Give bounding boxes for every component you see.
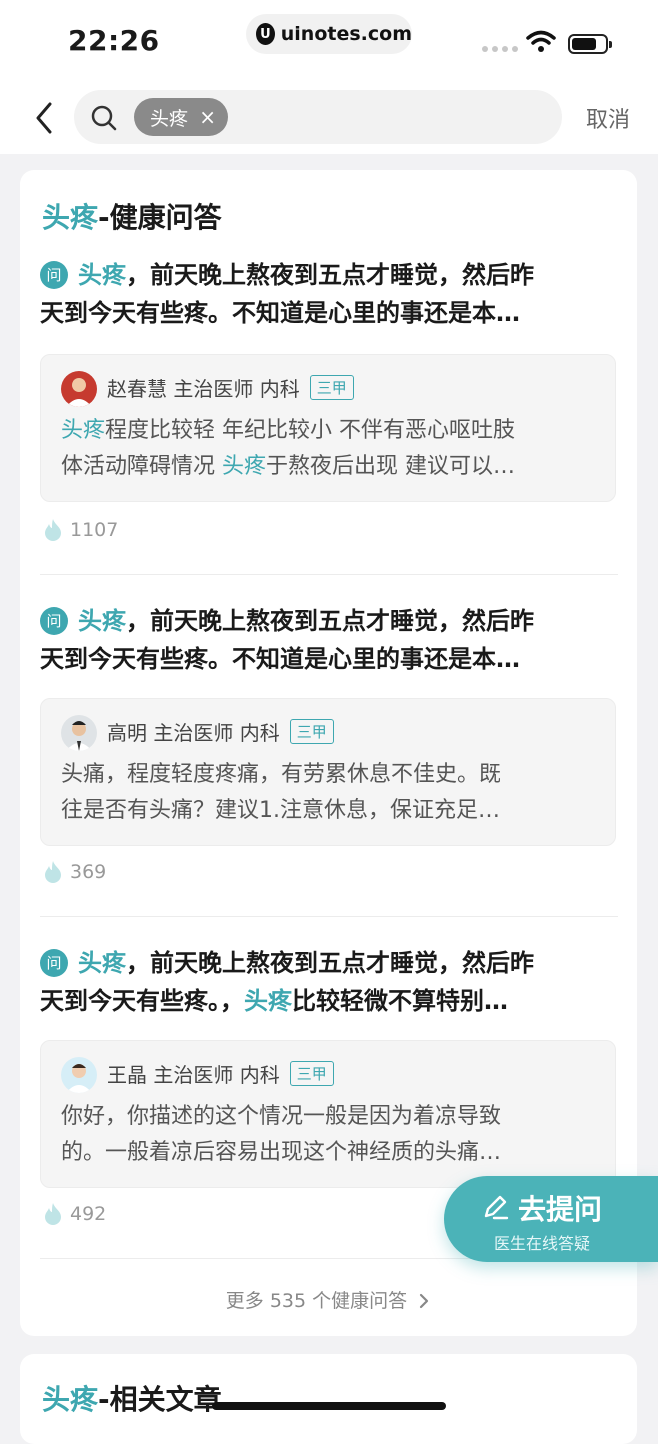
search-chip[interactable]: 头疼 × (134, 98, 228, 136)
battery-icon (568, 34, 612, 54)
url-pill[interactable]: U uinotes.com (246, 14, 412, 54)
answer-text: 你好，你描述的这个情况一般是因为着凉导致 的。一般着凉后容易出现这个神经质的头痛… (61, 1104, 502, 1165)
signal-icon (482, 46, 518, 52)
divider (40, 916, 618, 917)
edit-icon (484, 1195, 509, 1220)
qa-item[interactable]: 问头疼，前天晚上熬夜到五点才睡觉，然后昨 天到今天有些疼。不知道是心里的事还是本… (40, 602, 618, 883)
question-badge: 问 (40, 261, 68, 289)
fab-subtitle: 医生在线答疑 (494, 1234, 591, 1253)
divider (40, 574, 618, 575)
avatar (61, 715, 97, 751)
flame-icon (45, 1203, 61, 1225)
qa-item[interactable]: 问头疼，前天晚上熬夜到五点才睡觉，然后昨 天到今天有些疼。不知道是心里的事还是本… (40, 256, 618, 541)
hospital-tag: 三甲 (289, 1061, 334, 1086)
answer-box[interactable]: 赵春慧 主治医师 内科 三甲 头疼程度比较轻 年纪比较小 不伴有恶心呕吐肢 体活… (40, 354, 616, 502)
doctor-info: 王晶 主治医师 内科 三甲 (107, 1059, 334, 1088)
answer-text: 头疼程度比较轻 年纪比较小 不伴有恶心呕吐肢 体活动障碍情况 头疼于熬夜后出现 … (61, 418, 516, 479)
question-line: 天到今天有些疼。，头疼比较轻微不算特别… (40, 987, 508, 1015)
url-text: uinotes.com (280, 23, 412, 45)
fab-title: 去提问 (518, 1193, 603, 1226)
question-line: 问头疼，前天晚上熬夜到五点才睡觉，然后昨 (40, 256, 618, 294)
cancel-button[interactable]: 取消 (586, 102, 630, 134)
qa-item[interactable]: 问头疼，前天晚上熬夜到五点才睡觉，然后昨 天到今天有些疼。，头疼比较轻微不算特别… (40, 944, 618, 1225)
question-badge: 问 (40, 949, 68, 977)
flame-icon (45, 861, 61, 883)
search-chip-label: 头疼 (150, 107, 189, 130)
search-bar: 头疼 × 取消 (0, 80, 658, 154)
articles-card: 头疼-相关文章 (20, 1354, 637, 1444)
like-count[interactable]: 369 (42, 860, 106, 884)
question-line: 问头疼，前天晚上熬夜到五点才睡觉，然后昨 (40, 944, 618, 982)
avatar (61, 371, 97, 407)
answer-box[interactable]: 高明 主治医师 内科 三甲 头痛，程度轻度疼痛，有劳累休息不佳史。既 往是否有头… (40, 698, 616, 846)
search-input[interactable]: 头疼 × (74, 90, 562, 144)
home-indicator (212, 1402, 446, 1410)
avatar (61, 1057, 97, 1093)
answer-text: 头痛，程度轻度疼痛，有劳累休息不佳史。既 往是否有头痛？建议1.注意休息，保证充… (61, 762, 502, 823)
card-title: 头疼-健康问答 (42, 201, 222, 234)
ask-question-button[interactable]: 去提问 医生在线答疑 (444, 1176, 658, 1262)
question-line: 问头疼，前天晚上熬夜到五点才睡觉，然后昨 (40, 602, 618, 640)
hospital-tag: 三甲 (309, 375, 354, 400)
question-line: 天到今天有些疼。不知道是心里的事还是本… (40, 299, 520, 327)
question-line: 天到今天有些疼。不知道是心里的事还是本… (40, 645, 520, 673)
like-count[interactable]: 1107 (42, 518, 118, 542)
answer-box[interactable]: 王晶 主治医师 内科 三甲 你好，你描述的这个情况一般是因为着凉导致 的。一般着… (40, 1040, 616, 1188)
qa-card: 头疼-健康问答 问头疼，前天晚上熬夜到五点才睡觉，然后昨 天到今天有些疼。不知道… (20, 170, 637, 1336)
status-bar: 22:26 U uinotes.com (0, 0, 658, 80)
more-qa-link[interactable]: 更多 535 个健康问答 (20, 1286, 637, 1313)
search-icon (91, 105, 117, 131)
card-title: 头疼-相关文章 (42, 1383, 222, 1416)
hospital-tag: 三甲 (289, 719, 334, 744)
like-count[interactable]: 492 (42, 1202, 106, 1226)
wifi-icon (526, 30, 556, 52)
question-badge: 问 (40, 607, 68, 635)
chevron-right-icon (420, 1293, 429, 1309)
flame-icon (45, 519, 61, 541)
status-time: 22:26 (68, 24, 160, 57)
doctor-info: 赵春慧 主治医师 内科 三甲 (107, 373, 354, 402)
close-icon[interactable]: × (199, 105, 216, 129)
site-logo-icon: U (256, 23, 275, 45)
doctor-info: 高明 主治医师 内科 三甲 (107, 717, 334, 746)
back-icon[interactable] (30, 98, 60, 138)
